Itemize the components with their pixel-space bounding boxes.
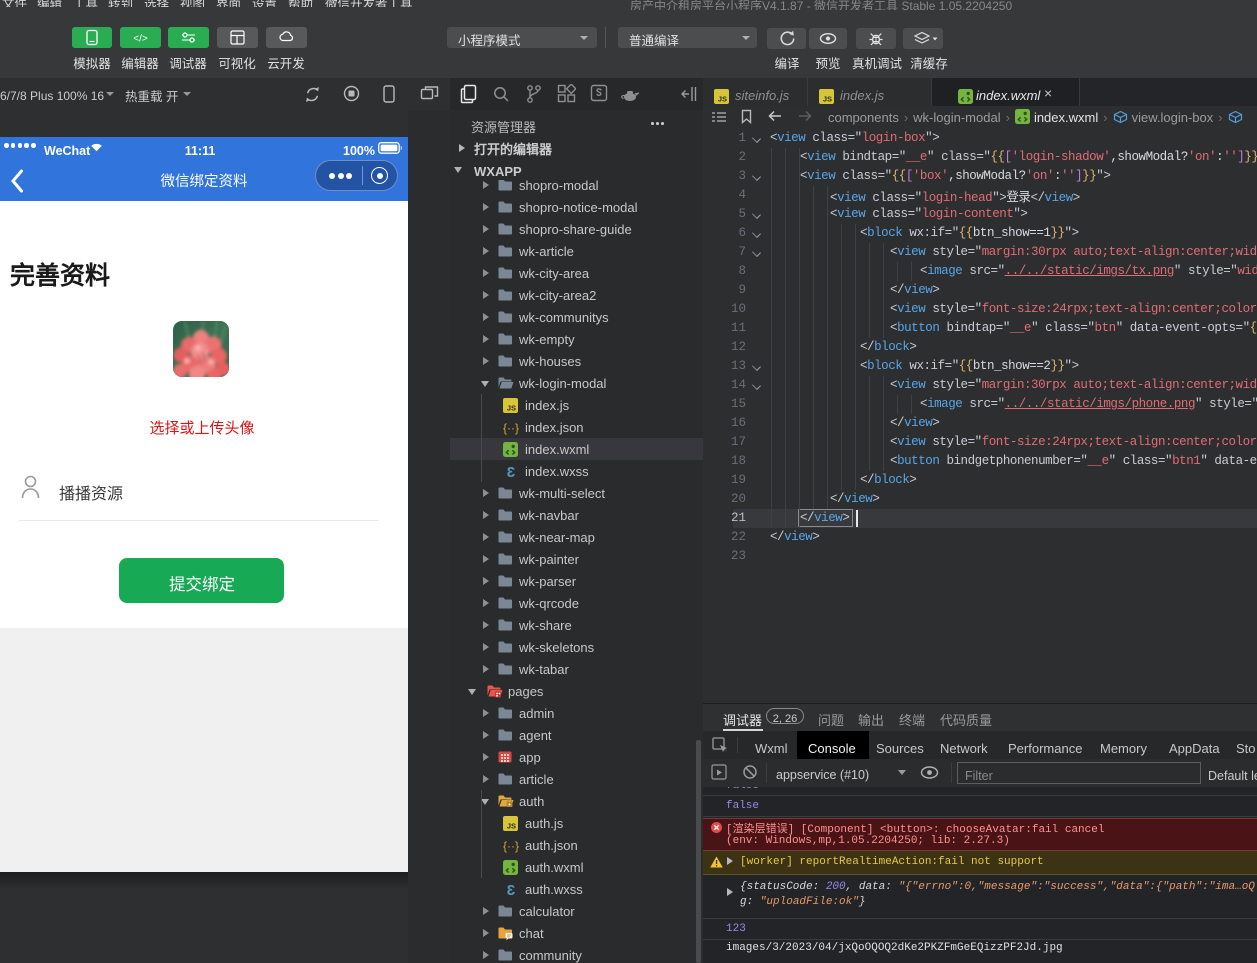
svg-text:JS: JS bbox=[823, 95, 832, 104]
svg-text:JS: JS bbox=[507, 822, 516, 831]
svg-text:3: 3 bbox=[507, 882, 515, 897]
svg-text:3: 3 bbox=[507, 464, 515, 479]
svg-text:</>: </> bbox=[133, 34, 148, 45]
svg-text:JS: JS bbox=[718, 95, 727, 104]
svg-text:{··}: {··} bbox=[503, 839, 519, 853]
svg-text:{··}: {··} bbox=[503, 421, 519, 435]
svg-text:JS: JS bbox=[507, 404, 516, 413]
